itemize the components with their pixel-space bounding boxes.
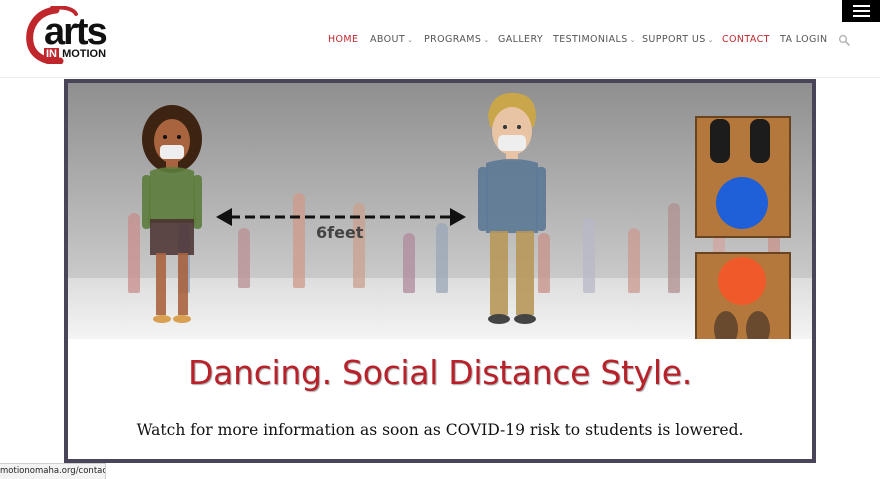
nav-gallery-label: GALLERY xyxy=(498,34,544,45)
background-dancer xyxy=(668,203,680,293)
hamburger-line xyxy=(853,10,870,12)
banner-subtitle: Watch for more information as soon as CO… xyxy=(136,421,744,439)
browser-status-url: motionomaha.org/contact/ xyxy=(0,463,106,479)
nav-home[interactable]: HOME xyxy=(328,33,358,47)
nav-ta-login-label: TA LOGIN xyxy=(780,34,828,45)
chevron-down-icon: ⌄ xyxy=(707,36,714,44)
chevron-down-icon: ⌄ xyxy=(407,36,414,44)
background-dancer xyxy=(628,228,640,293)
background-dancer xyxy=(583,218,595,293)
site-header: arts IN MOTION HOME ABOUT ⌄ PROGRAMS ⌄ GAL… xyxy=(0,0,880,78)
hamburger-line xyxy=(853,15,870,17)
nav-programs-label: PROGRAMS xyxy=(424,34,482,45)
chevron-down-icon: ⌄ xyxy=(483,36,490,44)
background-dancer xyxy=(436,223,448,293)
nav-testimonials[interactable]: TESTIMONIALS ⌄ xyxy=(553,33,636,47)
main-nav: HOME ABOUT ⌄ PROGRAMS ⌄ GALLERY TESTIMONIA… xyxy=(0,33,880,47)
logo-tagline-in: IN xyxy=(44,48,59,60)
floor-marker-images xyxy=(695,116,791,339)
nav-support-us-label: SUPPORT US xyxy=(642,34,706,45)
nav-gallery[interactable]: GALLERY xyxy=(498,33,543,47)
hero-image: 6feet xyxy=(68,83,812,339)
nav-testimonials-label: TESTIMONIALS xyxy=(553,34,628,45)
nav-contact-label: CONTACT xyxy=(722,34,770,45)
hamburger-menu-button[interactable] xyxy=(842,0,880,22)
distance-label: 6feet xyxy=(316,223,364,242)
nav-support-us[interactable]: SUPPORT US ⌄ xyxy=(642,33,714,47)
hero-banner[interactable]: 6feet Dancing. Social Distance Style. Wa… xyxy=(64,79,816,463)
man-cartoon-figure xyxy=(478,92,546,324)
banner-title: Dancing. Social Distance Style. xyxy=(188,353,692,392)
nav-about-label: ABOUT xyxy=(370,34,406,45)
logo-tagline: IN MOTION xyxy=(44,48,106,60)
nav-about[interactable]: ABOUT ⌄ xyxy=(370,33,413,47)
search-icon[interactable] xyxy=(838,34,850,46)
background-dancer xyxy=(238,228,250,288)
background-dancer xyxy=(403,233,415,293)
nav-ta-login[interactable]: TA LOGIN xyxy=(780,33,828,47)
chevron-down-icon: ⌄ xyxy=(629,36,636,44)
nav-programs[interactable]: PROGRAMS ⌄ xyxy=(424,33,490,47)
woman-cartoon-figure xyxy=(142,105,202,323)
logo-tagline-motion: MOTION xyxy=(62,48,107,60)
hamburger-line xyxy=(853,5,870,7)
nav-contact[interactable]: CONTACT xyxy=(722,33,770,47)
nav-home-label: HOME xyxy=(328,34,359,45)
